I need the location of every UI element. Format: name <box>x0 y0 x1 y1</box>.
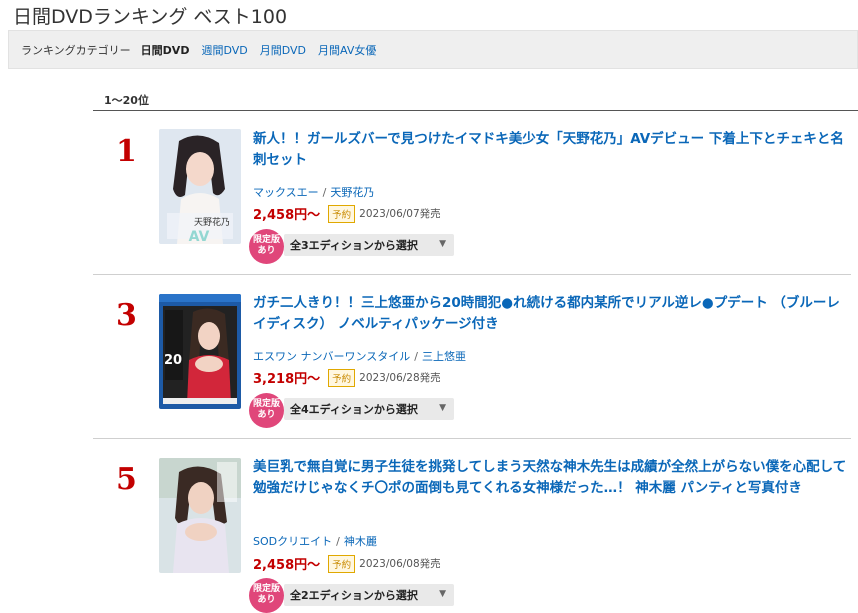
preorder-badge: 予約 <box>328 554 356 573</box>
ranking-item: 1 天野花乃 AV 新人！！ガールズバーで見つけたイマドキ美少女「天野花乃」AV… <box>93 120 851 270</box>
cover-image <box>159 458 241 573</box>
maker-link[interactable]: SODクリエイト <box>253 535 332 548</box>
cover-text: 天野花乃 <box>194 216 230 228</box>
category-monthly-actress[interactable]: 月間AV女優 <box>318 42 376 58</box>
range-divider <box>93 110 858 111</box>
product-title-link[interactable]: ガチ二人きり！！三上悠亜から20時間犯●れ続ける都内某所でリアル逆レ●プデート … <box>253 293 851 335</box>
actress-link[interactable]: 天野花乃 <box>330 186 374 199</box>
product-thumbnail[interactable] <box>159 458 241 573</box>
category-weekly-dvd[interactable]: 週間DVD <box>201 42 247 58</box>
svg-text:AV: AV <box>189 229 210 244</box>
actress-link[interactable]: 三上悠亜 <box>422 350 466 363</box>
limited-edition-badge: 限定版 あり <box>249 229 284 264</box>
product-meta: マックスエー / 天野花乃 <box>253 186 375 199</box>
price: 3,218円〜 <box>253 372 321 387</box>
rank-number: 1 <box>116 134 137 169</box>
maker-link[interactable]: マックスエー <box>253 186 319 199</box>
edition-select-label: 全4エディションから選択 <box>290 403 418 416</box>
product-meta: エスワン ナンバーワンスタイル / 三上悠亜 <box>253 350 466 363</box>
release-date: 2023/06/07発売 <box>359 208 441 220</box>
cover-image: 天野花乃 AV <box>159 129 241 244</box>
product-meta: SODクリエイト / 神木麗 <box>253 535 377 548</box>
edition-select[interactable]: 全3エディションから選択 ▼ <box>284 234 454 256</box>
preorder-badge: 予約 <box>328 204 356 223</box>
actress-link[interactable]: 神木麗 <box>344 535 377 548</box>
cover-image: 20 <box>159 294 241 409</box>
limited-edition-badge: 限定版 あり <box>249 393 284 428</box>
item-divider <box>93 274 851 275</box>
release-date: 2023/06/28発売 <box>359 372 441 384</box>
chevron-down-icon: ▼ <box>439 589 446 599</box>
cover-text: 20 <box>164 353 182 368</box>
page-title: 日間DVDランキング ベスト100 <box>13 6 288 28</box>
chevron-down-icon: ▼ <box>439 403 446 413</box>
product-thumbnail[interactable]: 天野花乃 AV <box>159 129 241 244</box>
product-title-link[interactable]: 新人！！ガールズバーで見つけたイマドキ美少女「天野花乃」AVデビュー 下着上下と… <box>253 129 851 171</box>
product-thumbnail[interactable]: 20 <box>159 294 241 409</box>
edition-select[interactable]: 全4エディションから選択 ▼ <box>284 398 454 420</box>
rank-number: 3 <box>116 298 137 333</box>
limited-edition-badge: 限定版 あり <box>249 578 284 613</box>
price-line: 2,458円〜 予約 2023/06/07発売 <box>253 204 441 223</box>
chevron-down-icon: ▼ <box>439 239 446 249</box>
price: 2,458円〜 <box>253 558 321 573</box>
ranking-item: 5 美巨乳で無自覚に男子生徒を挑発してしまう天然な神木先生は成績が全然上がらない… <box>93 448 851 613</box>
item-divider <box>93 438 851 439</box>
maker-link[interactable]: エスワン ナンバーワンスタイル <box>253 350 410 363</box>
price: 2,458円〜 <box>253 208 321 223</box>
edition-select-label: 全3エディションから選択 <box>290 239 418 252</box>
category-monthly-dvd[interactable]: 月間DVD <box>260 42 306 58</box>
category-daily-dvd: 日間DVD <box>140 43 190 57</box>
release-date: 2023/06/08発売 <box>359 558 441 570</box>
range-label: 1〜20位 <box>104 94 149 107</box>
category-bar: ランキングカテゴリー 日間DVD 週間DVD 月間DVD 月間AV女優 <box>8 30 858 69</box>
ranking-item: 3 20 ガチ二人きり！！三上悠亜から20時間犯●れ続ける都内某所でリアル逆レ●… <box>93 284 851 434</box>
price-line: 3,218円〜 予約 2023/06/28発売 <box>253 368 441 387</box>
product-title-link[interactable]: 美巨乳で無自覚に男子生徒を挑発してしまう天然な神木先生は成績が全然上がらない僕を… <box>253 457 851 499</box>
price-line: 2,458円〜 予約 2023/06/08発売 <box>253 554 441 573</box>
edition-select-label: 全2エディションから選択 <box>290 589 418 602</box>
preorder-badge: 予約 <box>328 368 356 387</box>
edition-select[interactable]: 全2エディションから選択 ▼ <box>284 584 454 606</box>
rank-number: 5 <box>116 462 137 497</box>
category-bar-label: ランキングカテゴリー <box>21 43 131 57</box>
